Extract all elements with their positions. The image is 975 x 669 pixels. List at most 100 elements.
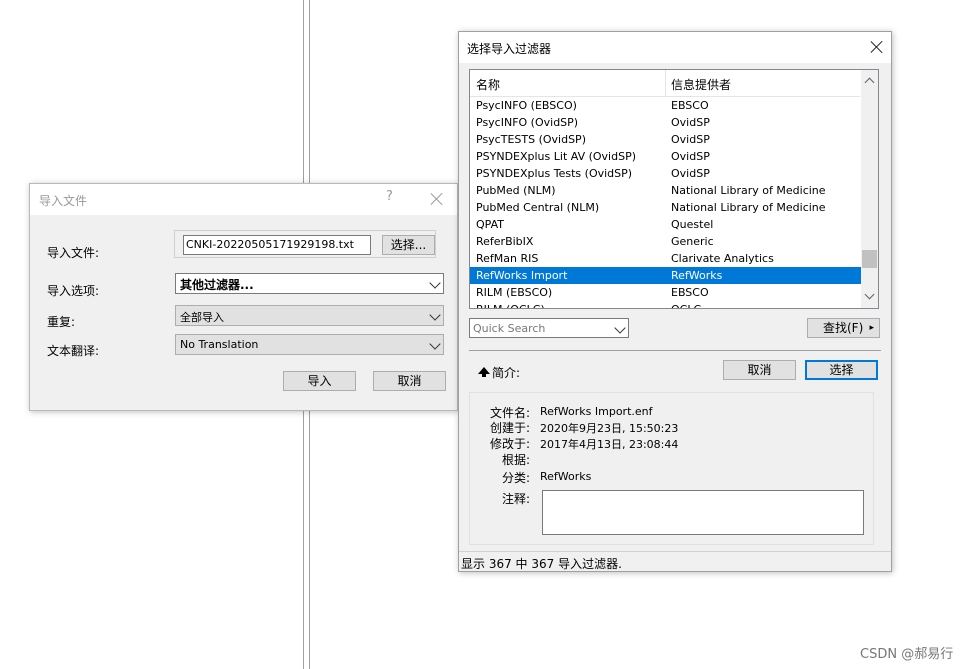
import-file-dialog: 导入文件 ? 导入文件: CNKI-20220505171929198.txt … — [29, 183, 458, 411]
filter-provider-cell: Clarivate Analytics — [671, 252, 774, 265]
column-header-name[interactable]: 名称 — [476, 76, 500, 93]
summary-label: 简介: — [492, 366, 521, 380]
duplicates-value: 全部导入 — [180, 311, 224, 324]
filter-list-row[interactable]: RILM (EBSCO) EBSCO — [470, 284, 861, 301]
import-options-label: 导入选项: — [47, 284, 100, 298]
filter-name-cell: PSYNDEXplus Tests (OvidSP) — [476, 167, 633, 180]
filter-provider-cell: Generic — [671, 235, 714, 248]
filter-details-panel: 文件名: RefWorks Import.enf 创建于: 2020年9月23日… — [469, 392, 874, 545]
select-button[interactable]: 选择 — [805, 360, 878, 380]
filter-list[interactable]: 名称 信息提供者 PsycINFO (EBSCO) EBSCO PsycINFO (… — [469, 69, 879, 309]
import-dialog-title: 导入文件 — [39, 194, 88, 208]
filter-provider-cell: OvidSP — [671, 167, 710, 180]
filter-name-cell: RILM (EBSCO) — [476, 286, 553, 299]
list-scrollbar[interactable] — [861, 70, 878, 308]
scroll-down-icon[interactable] — [864, 289, 875, 300]
filter-list-row[interactable]: PsycINFO (OvidSP) OvidSP — [470, 114, 861, 131]
import-file-group: CNKI-20220505171929198.txt 选择... — [174, 230, 436, 258]
chevron-down-icon — [429, 338, 441, 350]
filter-name-cell: RefMan RIS — [476, 252, 539, 265]
translation-select[interactable]: No Translation — [175, 334, 444, 355]
translation-value: No Translation — [180, 338, 259, 351]
notes-label: 注释: — [501, 492, 530, 506]
quick-search-select[interactable]: Quick Search — [469, 318, 629, 338]
divider — [469, 350, 881, 351]
chevron-down-icon — [429, 309, 441, 321]
close-icon[interactable] — [430, 192, 444, 206]
category-value: RefWorks — [540, 470, 592, 483]
filter-dialog-title: 选择导入过滤器 — [467, 42, 552, 56]
notes-textarea[interactable] — [542, 490, 864, 535]
filter-name-cell: RILM (OCLC) — [476, 303, 545, 308]
quick-search-value: Quick Search — [473, 322, 546, 335]
filter-name-cell: PubMed Central (NLM) — [476, 201, 600, 214]
duplicates-label: 重复: — [47, 315, 76, 329]
scroll-thumb[interactable] — [862, 250, 877, 268]
duplicates-select[interactable]: 全部导入 — [175, 305, 444, 326]
filter-list-row[interactable]: PSYNDEXplus Lit AV (OvidSP) OvidSP — [470, 148, 861, 165]
filter-provider-cell: OCLC — [671, 303, 701, 308]
filename-value: RefWorks Import.enf — [540, 405, 653, 418]
created-value: 2020年9月23日, 15:50:23 — [540, 422, 679, 435]
import-file-value: CNKI-20220505171929198.txt — [186, 238, 354, 251]
import-options-value: 其他过滤器... — [180, 278, 254, 292]
filter-name-cell: PsycTESTS (OvidSP) — [476, 133, 586, 146]
filter-dialog-titlebar[interactable]: 选择导入过滤器 — [459, 32, 891, 63]
filter-provider-cell: EBSCO — [671, 99, 709, 112]
filter-provider-cell: OvidSP — [671, 133, 710, 146]
help-button[interactable]: ? — [386, 189, 393, 204]
triangle-right-icon: ▸ — [869, 323, 874, 333]
filter-list-row[interactable]: PubMed (NLM) National Library of Medicine — [470, 182, 861, 199]
filter-list-row[interactable]: PsycINFO (EBSCO) EBSCO — [470, 97, 861, 114]
filter-list-row[interactable]: RefMan RIS Clarivate Analytics — [470, 250, 861, 267]
filter-list-row[interactable]: PSYNDEXplus Tests (OvidSP) OvidSP — [470, 165, 861, 182]
filter-provider-cell: OvidSP — [671, 150, 710, 163]
filter-name-cell: RefWorks Import — [476, 269, 568, 282]
filter-name-cell: PsycINFO (OvidSP) — [476, 116, 579, 129]
filter-provider-cell: OvidSP — [671, 116, 710, 129]
import-button[interactable]: 导入 — [283, 371, 356, 391]
category-label: 分类: — [501, 471, 530, 485]
column-header-provider[interactable]: 信息提供者 — [671, 76, 731, 93]
find-button[interactable]: 查找(F) ▸ — [807, 318, 880, 338]
based-on-label: 根据: — [501, 453, 530, 467]
filter-list-row[interactable]: PubMed Central (NLM) National Library of … — [470, 199, 861, 216]
filter-provider-cell: National Library of Medicine — [671, 184, 826, 197]
watermark: CSDN @郝易行 — [860, 647, 954, 662]
collapse-arrow-icon[interactable] — [478, 367, 490, 377]
scroll-up-icon[interactable] — [864, 77, 875, 88]
filter-provider-cell: RefWorks — [671, 269, 723, 282]
import-file-input[interactable]: CNKI-20220505171929198.txt — [183, 235, 371, 255]
filter-list-row[interactable]: QPAT Questel — [470, 216, 861, 233]
filter-name-cell: PsycINFO (EBSCO) — [476, 99, 577, 112]
filter-provider-cell: National Library of Medicine — [671, 201, 826, 214]
filter-list-row[interactable]: RILM (OCLC) OCLC — [470, 301, 861, 308]
modified-label: 修改于: — [489, 437, 530, 451]
cancel-button[interactable]: 取消 — [373, 371, 446, 391]
import-dialog-titlebar[interactable]: 导入文件 ? — [30, 184, 457, 215]
filter-provider-cell: Questel — [671, 218, 714, 231]
chevron-down-icon — [429, 277, 441, 289]
filter-name-cell: PubMed (NLM) — [476, 184, 556, 197]
cancel-button[interactable]: 取消 — [723, 360, 796, 380]
find-button-label: 查找(F) — [823, 321, 864, 335]
choose-import-filter-dialog: 选择导入过滤器 名称 信息提供者 PsycINFO (EBSCO) EBSCO Ps… — [458, 31, 892, 572]
filter-name-cell: ReferBibIX — [476, 235, 534, 248]
modified-value: 2017年4月13日, 23:08:44 — [540, 438, 679, 451]
column-divider[interactable] — [665, 70, 666, 97]
created-label: 创建于: — [489, 421, 530, 435]
filter-list-rows: PsycINFO (EBSCO) EBSCO PsycINFO (OvidSP) Ov… — [470, 97, 861, 308]
filter-list-row[interactable]: RefWorks Import RefWorks — [470, 267, 861, 284]
filter-list-row[interactable]: ReferBibIX Generic — [470, 233, 861, 250]
chevron-down-icon — [614, 322, 626, 334]
import-options-select[interactable]: 其他过滤器... — [175, 273, 444, 294]
filter-list-row[interactable]: PsycTESTS (OvidSP) OvidSP — [470, 131, 861, 148]
choose-file-button[interactable]: 选择... — [382, 235, 435, 255]
filter-name-cell: QPAT — [476, 218, 504, 231]
filter-provider-cell: EBSCO — [671, 286, 709, 299]
import-file-label: 导入文件: — [47, 246, 100, 260]
status-text: 显示 367 中 367 导入过滤器. — [461, 557, 622, 571]
filter-list-header: 名称 信息提供者 — [470, 70, 860, 97]
close-icon[interactable] — [870, 40, 884, 54]
filter-name-cell: PSYNDEXplus Lit AV (OvidSP) — [476, 150, 636, 163]
